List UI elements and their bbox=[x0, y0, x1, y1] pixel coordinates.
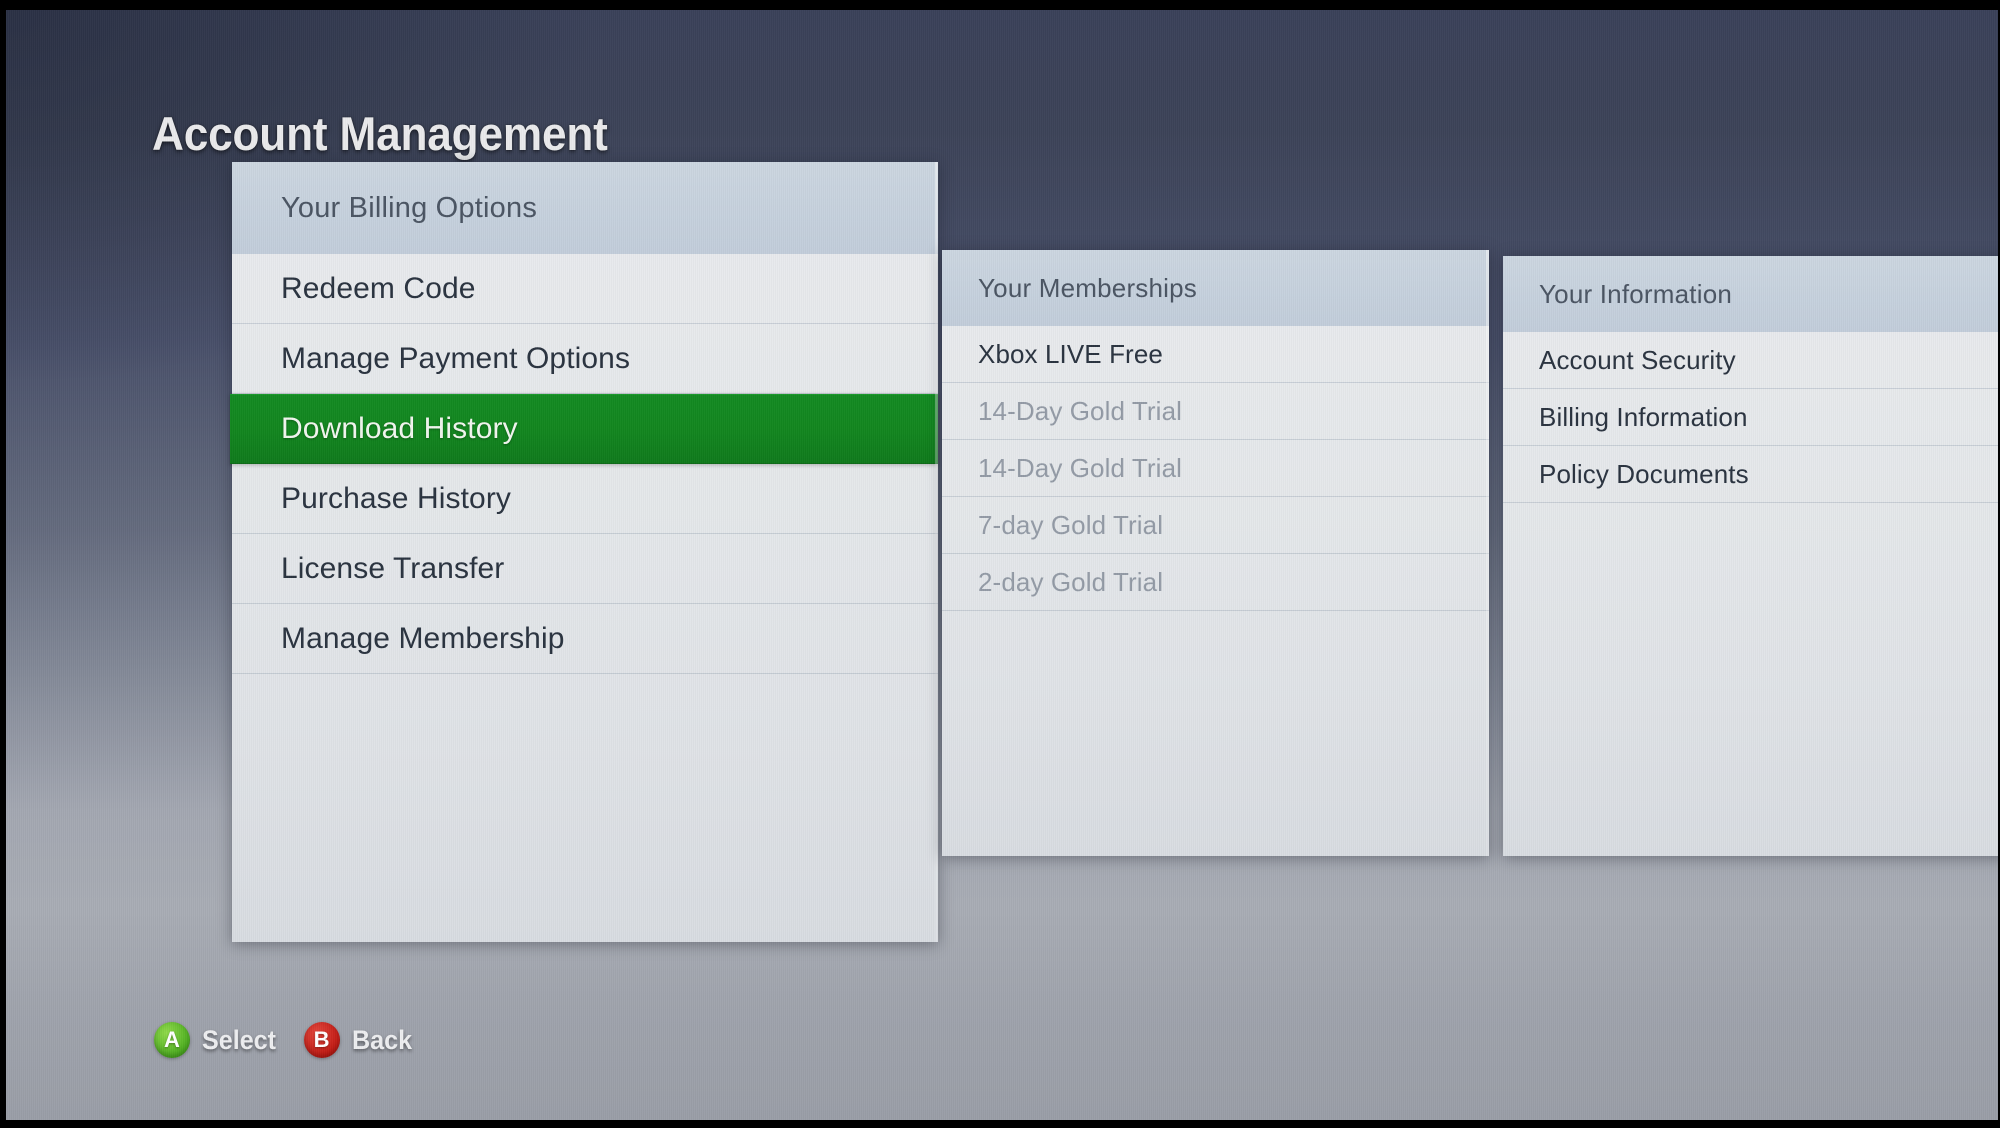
tv-capture-frame: Account Management Your Billing Options … bbox=[0, 0, 2000, 1128]
membership-item-2-day-gold-trial[interactable]: 2-day Gold Trial bbox=[942, 554, 1489, 611]
membership-item-7-day-gold-trial[interactable]: 7-day Gold Trial bbox=[942, 497, 1489, 554]
menu-item-label: License Transfer bbox=[281, 551, 505, 585]
membership-item-14-day-gold-trial-1[interactable]: 14-Day Gold Trial bbox=[942, 383, 1489, 440]
menu-item-redeem-code[interactable]: Redeem Code bbox=[232, 254, 938, 324]
panel-header-label: Your Information bbox=[1539, 278, 1733, 309]
menu-item-download-history[interactable]: Download History bbox=[230, 394, 938, 464]
legend-back-label: Back bbox=[351, 1024, 412, 1055]
legend-select-label: Select bbox=[202, 1024, 276, 1055]
billing-menu-list: Redeem Code Manage Payment Options Downl… bbox=[230, 254, 938, 674]
menu-item-label: Account Security bbox=[1539, 344, 1736, 375]
menu-item-license-transfer[interactable]: License Transfer bbox=[232, 534, 938, 604]
panel-header-label: Your Billing Options bbox=[281, 191, 538, 224]
menu-item-purchase-history[interactable]: Purchase History bbox=[232, 464, 938, 534]
b-button-icon: B bbox=[303, 1022, 340, 1058]
panel-your-memberships: Your Memberships Xbox LIVE Free 14-Day G… bbox=[942, 250, 1489, 856]
membership-item-label: 7-day Gold Trial bbox=[978, 509, 1164, 540]
memberships-list: Xbox LIVE Free 14-Day Gold Trial 14-Day … bbox=[942, 326, 1489, 611]
menu-item-billing-information[interactable]: Billing Information bbox=[1503, 389, 1998, 446]
menu-item-label: Manage Membership bbox=[281, 621, 565, 655]
menu-item-policy-documents[interactable]: Policy Documents bbox=[1503, 446, 1998, 503]
membership-item-label: Xbox LIVE Free bbox=[978, 338, 1163, 369]
page-title: Account Management bbox=[152, 107, 608, 160]
panel-your-information: Your Information Account Security Billin… bbox=[1503, 256, 1998, 856]
membership-item-label: 14-Day Gold Trial bbox=[978, 452, 1182, 483]
legend-back[interactable]: B Back bbox=[303, 1022, 417, 1058]
button-legend: A Select B Back bbox=[154, 1022, 416, 1058]
menu-item-label: Download History bbox=[281, 412, 518, 445]
legend-select[interactable]: A Select bbox=[154, 1022, 282, 1058]
menu-item-manage-membership[interactable]: Manage Membership bbox=[232, 604, 938, 674]
membership-item-label: 14-Day Gold Trial bbox=[978, 395, 1182, 426]
menu-item-label: Purchase History bbox=[281, 481, 512, 515]
panel-header-memberships: Your Memberships bbox=[942, 250, 1489, 326]
membership-item-xbox-live-free[interactable]: Xbox LIVE Free bbox=[942, 326, 1489, 383]
menu-item-account-security[interactable]: Account Security bbox=[1503, 332, 1998, 389]
xbox-dashboard-screen: Account Management Your Billing Options … bbox=[6, 10, 1998, 1120]
membership-item-14-day-gold-trial-2[interactable]: 14-Day Gold Trial bbox=[942, 440, 1489, 497]
membership-item-label: 2-day Gold Trial bbox=[978, 566, 1164, 597]
menu-item-label: Manage Payment Options bbox=[281, 341, 631, 375]
menu-item-label: Billing Information bbox=[1539, 401, 1748, 432]
panel-your-billing-options: Your Billing Options Redeem Code Manage … bbox=[230, 162, 938, 942]
panel-header-information: Your Information bbox=[1503, 256, 1998, 332]
menu-item-manage-payment-options[interactable]: Manage Payment Options bbox=[232, 324, 938, 394]
menu-item-label: Redeem Code bbox=[281, 271, 476, 305]
menu-item-label: Policy Documents bbox=[1539, 458, 1749, 489]
panel-header-billing: Your Billing Options bbox=[232, 162, 938, 254]
information-list: Account Security Billing Information Pol… bbox=[1503, 332, 1998, 503]
a-button-icon: A bbox=[154, 1022, 190, 1058]
panel-header-label: Your Memberships bbox=[978, 272, 1198, 303]
